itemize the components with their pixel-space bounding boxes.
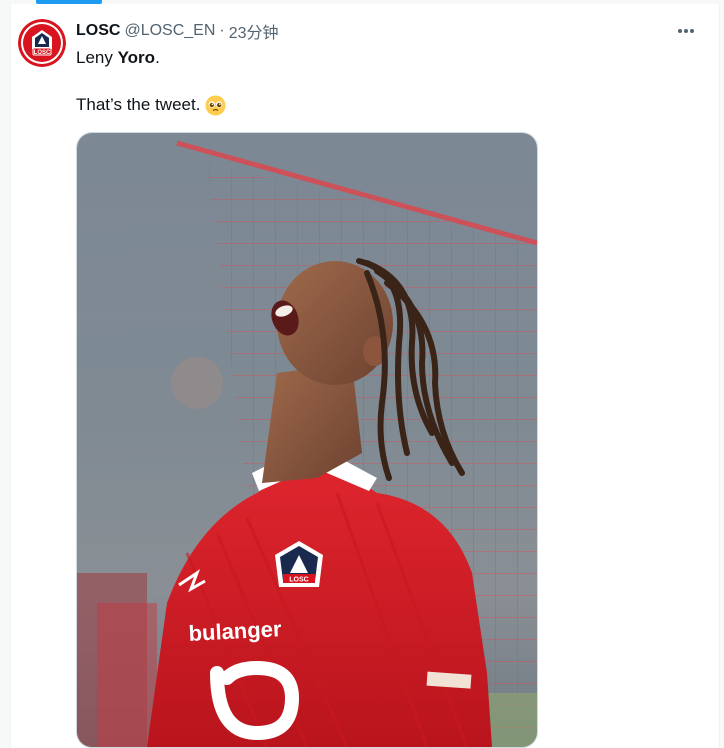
separator-dot: · <box>219 22 225 39</box>
badge-text: LOSC <box>289 577 308 584</box>
player-photo-icon: LOSC bulanger <box>77 133 537 747</box>
display-name[interactable]: LOSC <box>76 22 120 40</box>
tweet-text-name: Leny <box>76 48 118 67</box>
more-options-button[interactable] <box>675 20 697 42</box>
tweet-text-sentence: That’s the tweet. <box>76 95 201 114</box>
tweet-text-line-1: Leny Yoro. <box>76 47 160 69</box>
tweet-header: LOSC @LOSC_EN · 23分钟 <box>76 20 279 42</box>
pleading-face-icon <box>205 95 226 116</box>
shirt-sponsor-text: bulanger <box>188 616 283 646</box>
timestamp[interactable]: 23分钟 <box>229 19 279 43</box>
tweet-text-bold: Yoro <box>117 48 156 67</box>
tweet-card[interactable]: LOSC LOSC @LOSC_EN · 23分钟 Leny Yoro. Tha… <box>10 4 720 748</box>
tweet-photo[interactable]: LOSC bulanger <box>76 132 538 748</box>
tweet-text-line-2: That’s the tweet. <box>76 94 226 116</box>
avatar[interactable]: LOSC <box>18 19 66 67</box>
user-handle[interactable]: @LOSC_EN <box>124 22 215 40</box>
tweet-text-period: . <box>155 48 160 67</box>
more-icon <box>678 29 694 33</box>
avatar-text: LOSC <box>34 50 51 56</box>
